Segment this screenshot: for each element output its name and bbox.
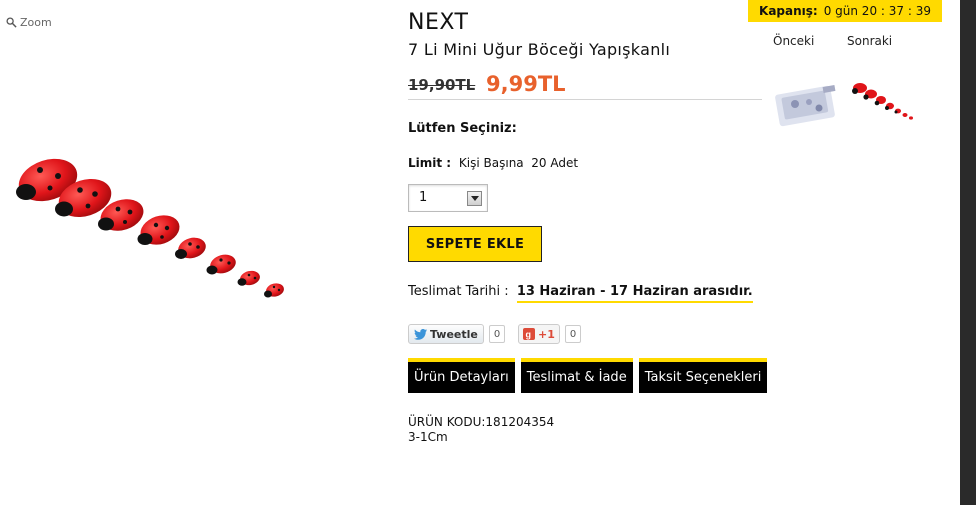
product-size: 3-1Cm	[408, 430, 448, 444]
limit-label: Limit :	[408, 156, 452, 170]
page-edge-stripe	[960, 0, 976, 505]
next-product-thumbnail[interactable]	[850, 78, 922, 126]
ladybug-4-icon	[137, 215, 180, 245]
product-code: ÜRÜN KODU:181204354	[408, 415, 555, 429]
price-row: 19,90TL 9,99TL	[408, 70, 762, 100]
product-tabs: Ürün Detayları Teslimat & İade Taksit Se…	[408, 358, 768, 393]
gplus-button[interactable]: g +1	[518, 324, 560, 344]
ladybug-7-icon	[237, 270, 260, 286]
variant-select-label: Lütfen Seçiniz:	[408, 121, 517, 136]
limit-row: Limit : Kişi Başına 20 Adet	[408, 156, 578, 170]
tweet-button[interactable]: Tweetle	[408, 324, 484, 344]
zoom-link[interactable]: Zoom	[6, 16, 52, 29]
countdown-label: Kapanış:	[759, 4, 818, 18]
product-title: 7 Li Mini Uğur Böceği Yapışkanlı	[408, 40, 671, 59]
add-to-cart-button[interactable]: SEPETE EKLE	[408, 226, 542, 262]
next-product-link[interactable]: Sonraki	[847, 34, 892, 48]
tweet-widget: Tweetle 0	[408, 324, 506, 344]
countdown-banner: Kapanış: 0 gün 20 : 37 : 39	[748, 0, 942, 22]
delivery-date: 13 Haziran - 17 Haziran arasıdır.	[516, 284, 753, 303]
product-brand: NEXT	[408, 10, 469, 35]
gplus-widget: g +1 0	[518, 324, 582, 344]
countdown-value: 0 gün 20 : 37 : 39	[823, 4, 931, 18]
magnifier-icon	[6, 17, 17, 28]
svg-text:g: g	[526, 330, 532, 340]
tweet-label: Tweetle	[430, 327, 478, 341]
previous-product-link[interactable]: Önceki	[773, 34, 814, 48]
twitter-bird-icon	[414, 328, 427, 340]
new-price: 9,99TL	[486, 72, 566, 96]
chevron-down-icon[interactable]	[467, 191, 482, 206]
quantity-select[interactable]: 1	[408, 184, 488, 212]
product-description: ÜRÜN KODU:181204354 3-1Cm	[408, 415, 554, 445]
old-price: 19,90TL	[408, 76, 476, 94]
ladybug-8-icon	[264, 283, 284, 298]
google-plus-icon: g	[523, 328, 535, 340]
tab-installment-options[interactable]: Taksit Seçenekleri	[638, 358, 768, 393]
ladybug-6-icon	[206, 254, 236, 275]
gplus-label: +1	[538, 327, 555, 341]
zoom-label: Zoom	[20, 16, 52, 29]
tab-product-details[interactable]: Ürün Detayları	[408, 358, 515, 393]
tab-delivery-returns[interactable]: Teslimat & İade	[520, 358, 633, 393]
delivery-info: Teslimat Tarihi : 13 Haziran - 17 Hazira…	[408, 284, 753, 303]
ladybug-5-icon	[175, 237, 206, 259]
delivery-label: Teslimat Tarihi :	[408, 284, 509, 299]
tweet-count: 0	[488, 325, 506, 343]
gplus-count: 0	[564, 325, 582, 343]
product-image[interactable]	[0, 140, 310, 320]
limit-value: Kişi Başına 20 Adet	[458, 156, 579, 170]
previous-product-thumbnail[interactable]	[773, 80, 843, 128]
quantity-value: 1	[419, 190, 428, 205]
